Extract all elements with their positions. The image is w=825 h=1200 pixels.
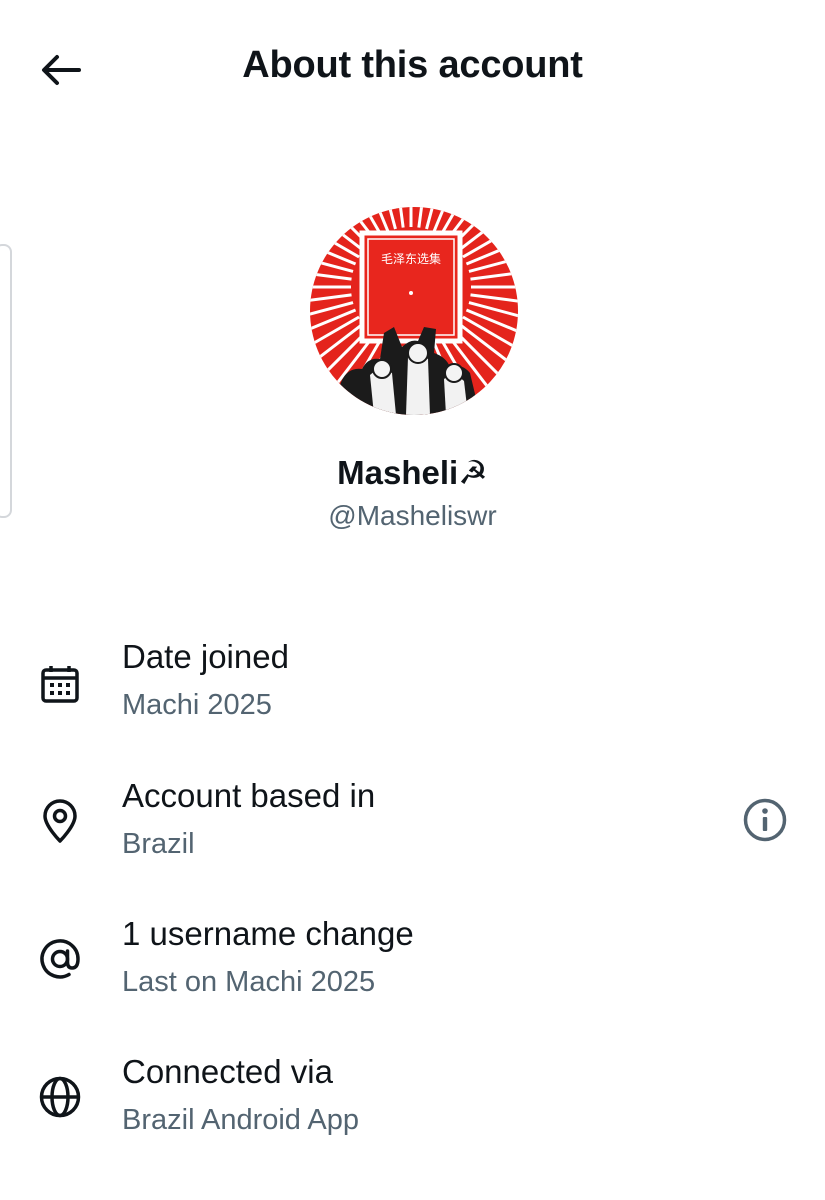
row-subtitle: Brazil (122, 828, 195, 860)
calendar-icon (36, 660, 84, 708)
info-button[interactable] (740, 795, 790, 845)
display-name: Masheli☭ (337, 454, 488, 491)
username-handle: @Masheliswr (328, 500, 497, 531)
info-icon (743, 798, 787, 842)
row-account-based-in: Account based in Brazil (0, 769, 825, 889)
row-subtitle: Last on Machi 2025 (122, 966, 376, 998)
row-title: 1 username change (122, 915, 414, 952)
row-connected-via: Connected via Brazil Android App (0, 1045, 825, 1165)
page-title: About this account (242, 44, 583, 86)
location-pin-icon (36, 797, 84, 845)
avatar-book-text: 毛泽东选集 (381, 251, 441, 266)
row-subtitle: Machi 2025 (122, 689, 272, 721)
row-username-change: 1 username change Last on Machi 2025 (0, 907, 825, 1027)
globe-icon (36, 1073, 84, 1121)
row-title: Date joined (122, 638, 289, 675)
row-title: Account based in (122, 777, 376, 814)
row-date-joined: Date joined Machi 2025 (0, 630, 825, 750)
header-bar: About this account (0, 0, 825, 140)
row-title: Connected via (122, 1053, 333, 1090)
row-subtitle: Brazil Android App (122, 1104, 359, 1136)
avatar[interactable]: 毛泽东选集 (310, 207, 518, 415)
at-sign-icon (36, 935, 84, 983)
